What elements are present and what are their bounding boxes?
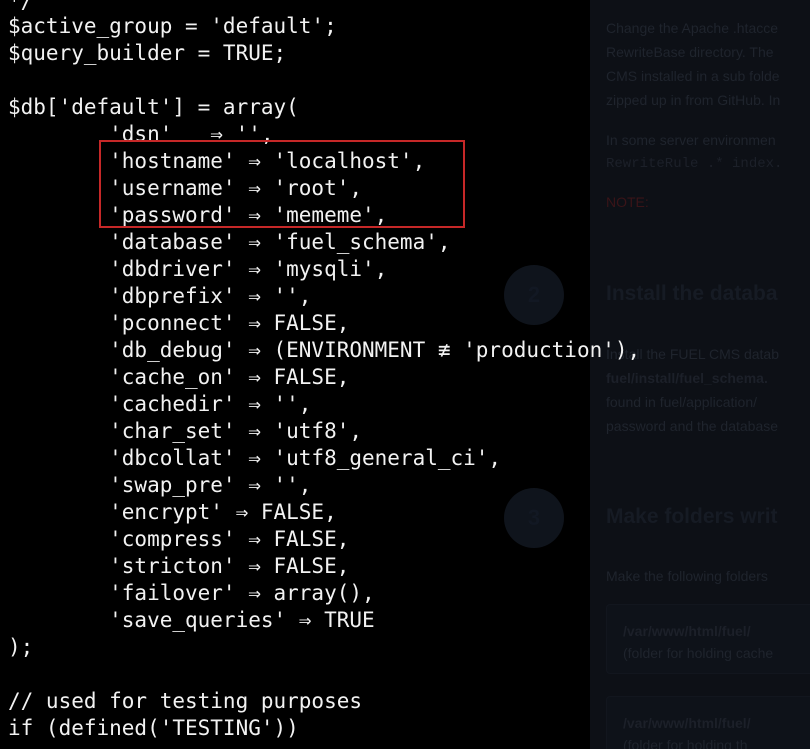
- code-line: 'failover' ⇒ array(),: [8, 581, 375, 605]
- code-line: 'cache_on' ⇒ FALSE,: [8, 365, 350, 389]
- terminal-window: Change the Apache .htacce RewriteBase di…: [0, 0, 810, 749]
- credentials-highlight-box: [99, 140, 465, 228]
- code-line: 'database' ⇒ 'fuel_schema',: [8, 230, 451, 254]
- code-line: $active_group = 'default';: [8, 14, 337, 38]
- code-line: 'swap_pre' ⇒ '',: [8, 473, 312, 497]
- code-line: $db['default'] = array(: [8, 95, 299, 119]
- code-editor-text: */ $active_group = 'default'; $query_bui…: [0, 0, 810, 749]
- code-line: $query_builder = TRUE;: [8, 41, 287, 65]
- code-line: 'cachedir' ⇒ '',: [8, 392, 312, 416]
- code-line: 'compress' ⇒ FALSE,: [8, 527, 350, 551]
- code-line: 'dbcollat' ⇒ 'utf8_general_ci',: [8, 446, 502, 470]
- code-line: 'encrypt' ⇒ FALSE,: [8, 500, 337, 524]
- code-line: 'stricton' ⇒ FALSE,: [8, 554, 350, 578]
- code-line: 'dbprefix' ⇒ '',: [8, 284, 312, 308]
- code-line: // used for testing purposes: [8, 689, 363, 713]
- code-line: 'dbdriver' ⇒ 'mysqli',: [8, 257, 388, 281]
- code-line: );: [8, 635, 34, 659]
- code-line: 'save_queries' ⇒ TRUE: [8, 608, 375, 632]
- code-line: 'pconnect' ⇒ FALSE,: [8, 311, 350, 335]
- code-line: if (defined('TESTING')): [8, 716, 299, 740]
- code-line: 'db_debug' ⇒ (ENVIRONMENT ≢ 'production'…: [8, 338, 641, 362]
- code-line: 'char_set' ⇒ 'utf8',: [8, 419, 363, 443]
